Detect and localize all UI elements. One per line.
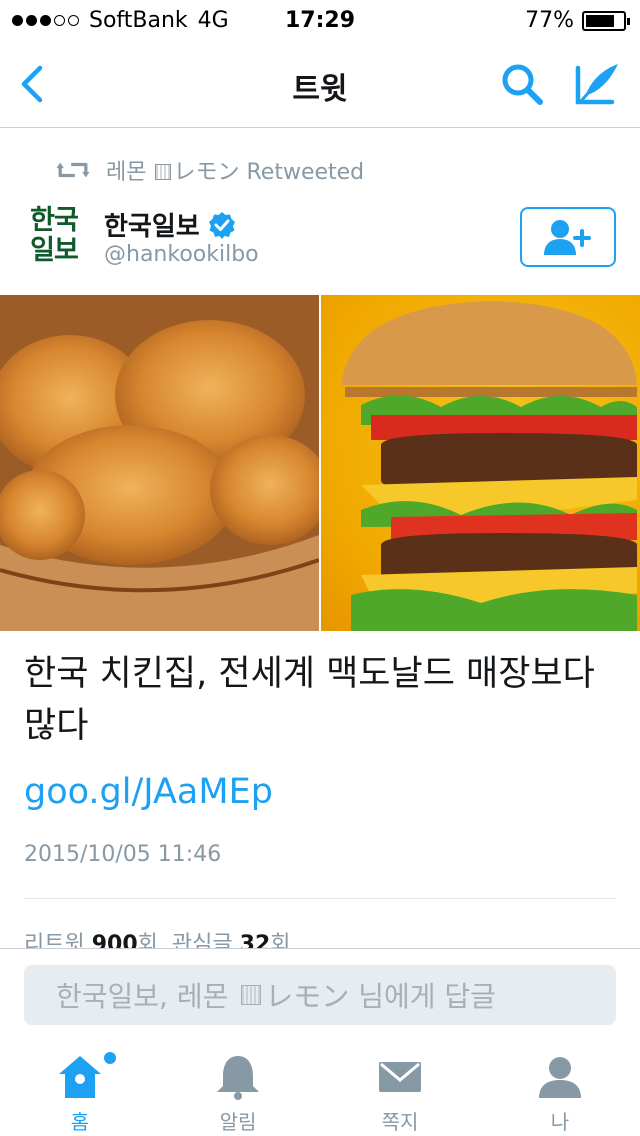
profile-icon bbox=[539, 1057, 581, 1098]
battery-icon bbox=[582, 10, 630, 31]
retweets-count: 900 bbox=[91, 932, 138, 948]
author-handle: @hankookilbo bbox=[104, 242, 259, 267]
author-avatar[interactable]: 한국 일보 bbox=[26, 204, 82, 268]
tweet-link[interactable]: goo.gl/JAaMEp bbox=[24, 772, 273, 812]
retweet-icon bbox=[56, 162, 90, 178]
envelope-icon bbox=[379, 1062, 421, 1092]
retweet-attribution[interactable]: 레몬 レモン Retweeted bbox=[56, 154, 364, 186]
home-unread-dot bbox=[104, 1052, 116, 1064]
tab-notifications-label: 알림 bbox=[219, 1110, 257, 1134]
home-icon bbox=[59, 1056, 101, 1098]
likes-count: 32 bbox=[239, 932, 271, 948]
verified-badge-icon bbox=[208, 211, 235, 239]
tweet-media[interactable] bbox=[0, 295, 640, 631]
tab-messages[interactable]: 쪽지 bbox=[350, 1052, 450, 1136]
status-bar: SoftBank 4G 17:29 77% bbox=[0, 0, 640, 40]
fried-chicken-illustration bbox=[0, 295, 319, 631]
tweet-timestamp: 2015/10/05 11:46 bbox=[24, 842, 222, 867]
fried-chicken-photo[interactable] bbox=[0, 295, 319, 631]
follow-button[interactable] bbox=[520, 207, 616, 267]
search-button[interactable] bbox=[498, 60, 546, 108]
tweet-text: 한국 치킨집, 전세계 맥도날드 매장보다 많다 bbox=[24, 654, 595, 746]
tab-home[interactable]: 홈 bbox=[30, 1052, 130, 1136]
author-name: 한국일보 bbox=[104, 212, 200, 242]
likes-label: 관심글 bbox=[171, 932, 233, 948]
back-button[interactable] bbox=[16, 62, 52, 106]
battery-percent: 77% bbox=[525, 8, 574, 33]
tab-profile-label: 나 bbox=[550, 1110, 570, 1134]
chevron-left-icon bbox=[21, 65, 43, 103]
tab-home-label: 홈 bbox=[70, 1110, 90, 1134]
avatar-logo-text-2: 일보 bbox=[30, 235, 79, 266]
hamburger-illustration bbox=[341, 301, 637, 631]
retweets-suffix: 회 bbox=[137, 932, 158, 948]
tab-messages-label: 쪽지 bbox=[381, 1110, 419, 1134]
likes-suffix: 회 bbox=[270, 932, 291, 948]
divider bbox=[24, 898, 616, 899]
retweeter-name: 레몬 レモン Retweeted bbox=[106, 160, 365, 185]
tweet-stats[interactable]: 리트윗 900회 관심글 32회 bbox=[24, 926, 291, 948]
reply-bar: 한국일보, 레몬 レモン 님에게 답글 bbox=[0, 948, 640, 1038]
add-user-icon bbox=[544, 220, 591, 255]
retweets-label: 리트윗 bbox=[24, 932, 85, 948]
author-name-row[interactable]: 한국일보 bbox=[104, 206, 236, 243]
bell-icon bbox=[217, 1056, 259, 1100]
navigation-bar: 트윗 bbox=[0, 40, 640, 128]
compose-button[interactable] bbox=[572, 58, 622, 108]
avatar-logo-text-1: 한국 bbox=[30, 205, 79, 236]
status-right: 77% bbox=[525, 8, 630, 33]
compose-tweet-icon bbox=[575, 64, 618, 105]
hamburger-photo[interactable] bbox=[321, 295, 640, 631]
search-icon bbox=[502, 64, 543, 105]
tab-notifications[interactable]: 알림 bbox=[188, 1052, 288, 1136]
tab-bar: 홈 알림 쪽지 나 bbox=[0, 1040, 640, 1136]
reply-input[interactable]: 한국일보, 레몬 レモン 님에게 답글 bbox=[24, 965, 616, 1025]
tab-profile[interactable]: 나 bbox=[510, 1052, 610, 1136]
